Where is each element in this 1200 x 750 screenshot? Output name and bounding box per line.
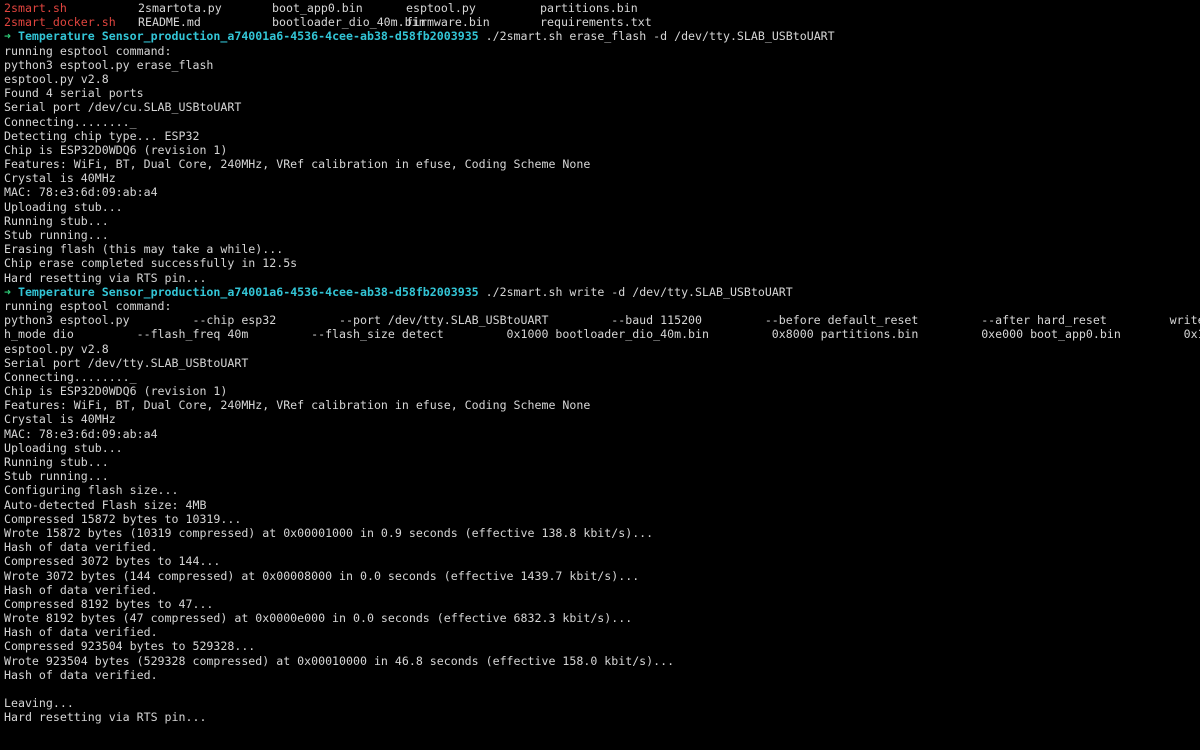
output-line: Crystal is 40MHz — [4, 171, 116, 186]
output-line: Found 4 serial ports — [4, 86, 144, 101]
output-line: python3 esptool.py --chip esp32 --port /… — [4, 313, 1200, 328]
ls-entry: bootloader_dio_40m.bin — [272, 15, 426, 30]
output-line: Hash of data verified. — [4, 625, 158, 640]
output-line: Hash of data verified. — [4, 667, 158, 682]
output-line: Running stub... — [4, 213, 109, 228]
output-line: Uploading stub... — [4, 440, 123, 455]
prompt-line: ➜ Temperature Sensor_production_a74001a6… — [4, 29, 1200, 43]
ls-row: 2smart.sh 2smartota.py boot_app0.bin esptoo… — [4, 1, 1200, 15]
output-line: Configuring flash size... — [4, 483, 179, 498]
terminal-session: ➜ Temperature Sensor_production_a74001a6… — [4, 29, 1200, 724]
output-line: Wrote 3072 bytes (144 compressed) at 0x0… — [4, 568, 640, 583]
ls-entry: esptool.py — [406, 1, 476, 15]
output-line: Wrote 923504 bytes (529328 compressed) a… — [4, 653, 675, 668]
terminal-window[interactable]: 2smart.sh 2smartota.py boot_app0.bin esptoo… — [0, 0, 1200, 750]
ls-entry: 2smart_docker.sh — [4, 15, 116, 30]
output-line: python3 esptool.py erase_flash — [4, 57, 214, 72]
output-line: MAC: 78:e3:6d:09:ab:a4 — [4, 185, 158, 200]
ls-entry: requirements.txt — [540, 15, 652, 30]
output-line: Erasing flash (this may take a while)... — [4, 242, 284, 257]
output-line: Compressed 923504 bytes to 529328... — [4, 639, 256, 654]
ls-row: 2smart_docker.sh README.md bootloader_dio_… — [4, 15, 1200, 29]
output-line: Running stub... — [4, 455, 109, 469]
ls-entry: firmware.bin — [406, 15, 490, 30]
prompt-arrow-icon: ➜ — [4, 29, 11, 44]
prompt-line: ➜ Temperature Sensor_production_a74001a6… — [4, 285, 1200, 299]
output-line: Hash of data verified. — [4, 540, 158, 555]
output-line: Hard resetting via RTS pin... — [4, 270, 207, 285]
output-line: Compressed 3072 bytes to 144... — [4, 554, 221, 569]
prompt-arrow-icon: ➜ — [4, 284, 11, 299]
output-line: Hash of data verified. — [4, 582, 158, 597]
output-line: Chip is ESP32D0WDQ6 (revision 1) — [4, 142, 228, 157]
prompt-directory: Temperature Sensor_production_a74001a6-4… — [17, 284, 479, 299]
output-line: running esptool command: — [4, 298, 172, 313]
output-line: Chip is ESP32D0WDQ6 (revision 1) — [4, 384, 228, 399]
output-line: esptool.py v2.8 — [4, 341, 109, 356]
output-line: esptool.py v2.8 — [4, 71, 109, 86]
output-line: running esptool command: — [4, 43, 172, 58]
ls-entry: 2smart.sh — [4, 1, 67, 15]
output-line: MAC: 78:e3:6d:09:ab:a4 — [4, 426, 158, 441]
output-line: h_mode dio --flash_freq 40m --flash_size… — [4, 327, 1200, 342]
prompt-directory: Temperature Sensor_production_a74001a6-4… — [17, 29, 479, 44]
output-line: Auto-detected Flash size: 4MB — [4, 497, 207, 512]
output-line: Stub running... — [4, 469, 109, 484]
output-line: Hard resetting via RTS pin... — [4, 710, 207, 725]
active-prompt-line[interactable]: ➜ Temperature Sensor_production_a74001a6… — [4, 725, 1200, 739]
output-line: Serial port /dev/tty.SLAB_USBtoUART — [4, 355, 249, 370]
prompt-command: ./2smart.sh write -d /dev/tty.SLAB_USBto… — [485, 284, 793, 299]
output-line: Compressed 8192 bytes to 47... — [4, 596, 214, 611]
ls-entry: 2smartota.py — [138, 1, 222, 15]
output-line: Crystal is 40MHz — [4, 412, 116, 427]
output-line: Stub running... — [4, 228, 109, 242]
output-line: Wrote 15872 bytes (10319 compressed) at … — [4, 525, 654, 540]
ls-entry: partitions.bin — [540, 1, 638, 15]
ls-entry: README.md — [138, 15, 201, 30]
output-line: Connecting........_ — [4, 114, 137, 129]
output-line: Leaving... — [4, 696, 74, 711]
output-line: Uploading stub... — [4, 199, 123, 214]
output-line: Features: WiFi, BT, Dual Core, 240MHz, V… — [4, 157, 591, 172]
output-line: Chip erase completed successfully in 12.… — [4, 256, 298, 271]
prompt-command: ./2smart.sh erase_flash -d /dev/tty.SLAB… — [485, 29, 835, 44]
output-line: Wrote 8192 bytes (47 compressed) at 0x00… — [4, 611, 633, 626]
output-line: Compressed 15872 bytes to 10319... — [4, 511, 242, 526]
output-line: Features: WiFi, BT, Dual Core, 240MHz, V… — [4, 398, 591, 413]
directory-listing: 2smart.sh 2smartota.py boot_app0.bin esptoo… — [4, 1, 1200, 29]
output-line: Connecting........_ — [4, 369, 137, 384]
output-line: Detecting chip type... ESP32 — [4, 128, 200, 143]
output-line: Serial port /dev/cu.SLAB_USBtoUART — [4, 100, 242, 115]
ls-entry: boot_app0.bin — [272, 1, 363, 15]
